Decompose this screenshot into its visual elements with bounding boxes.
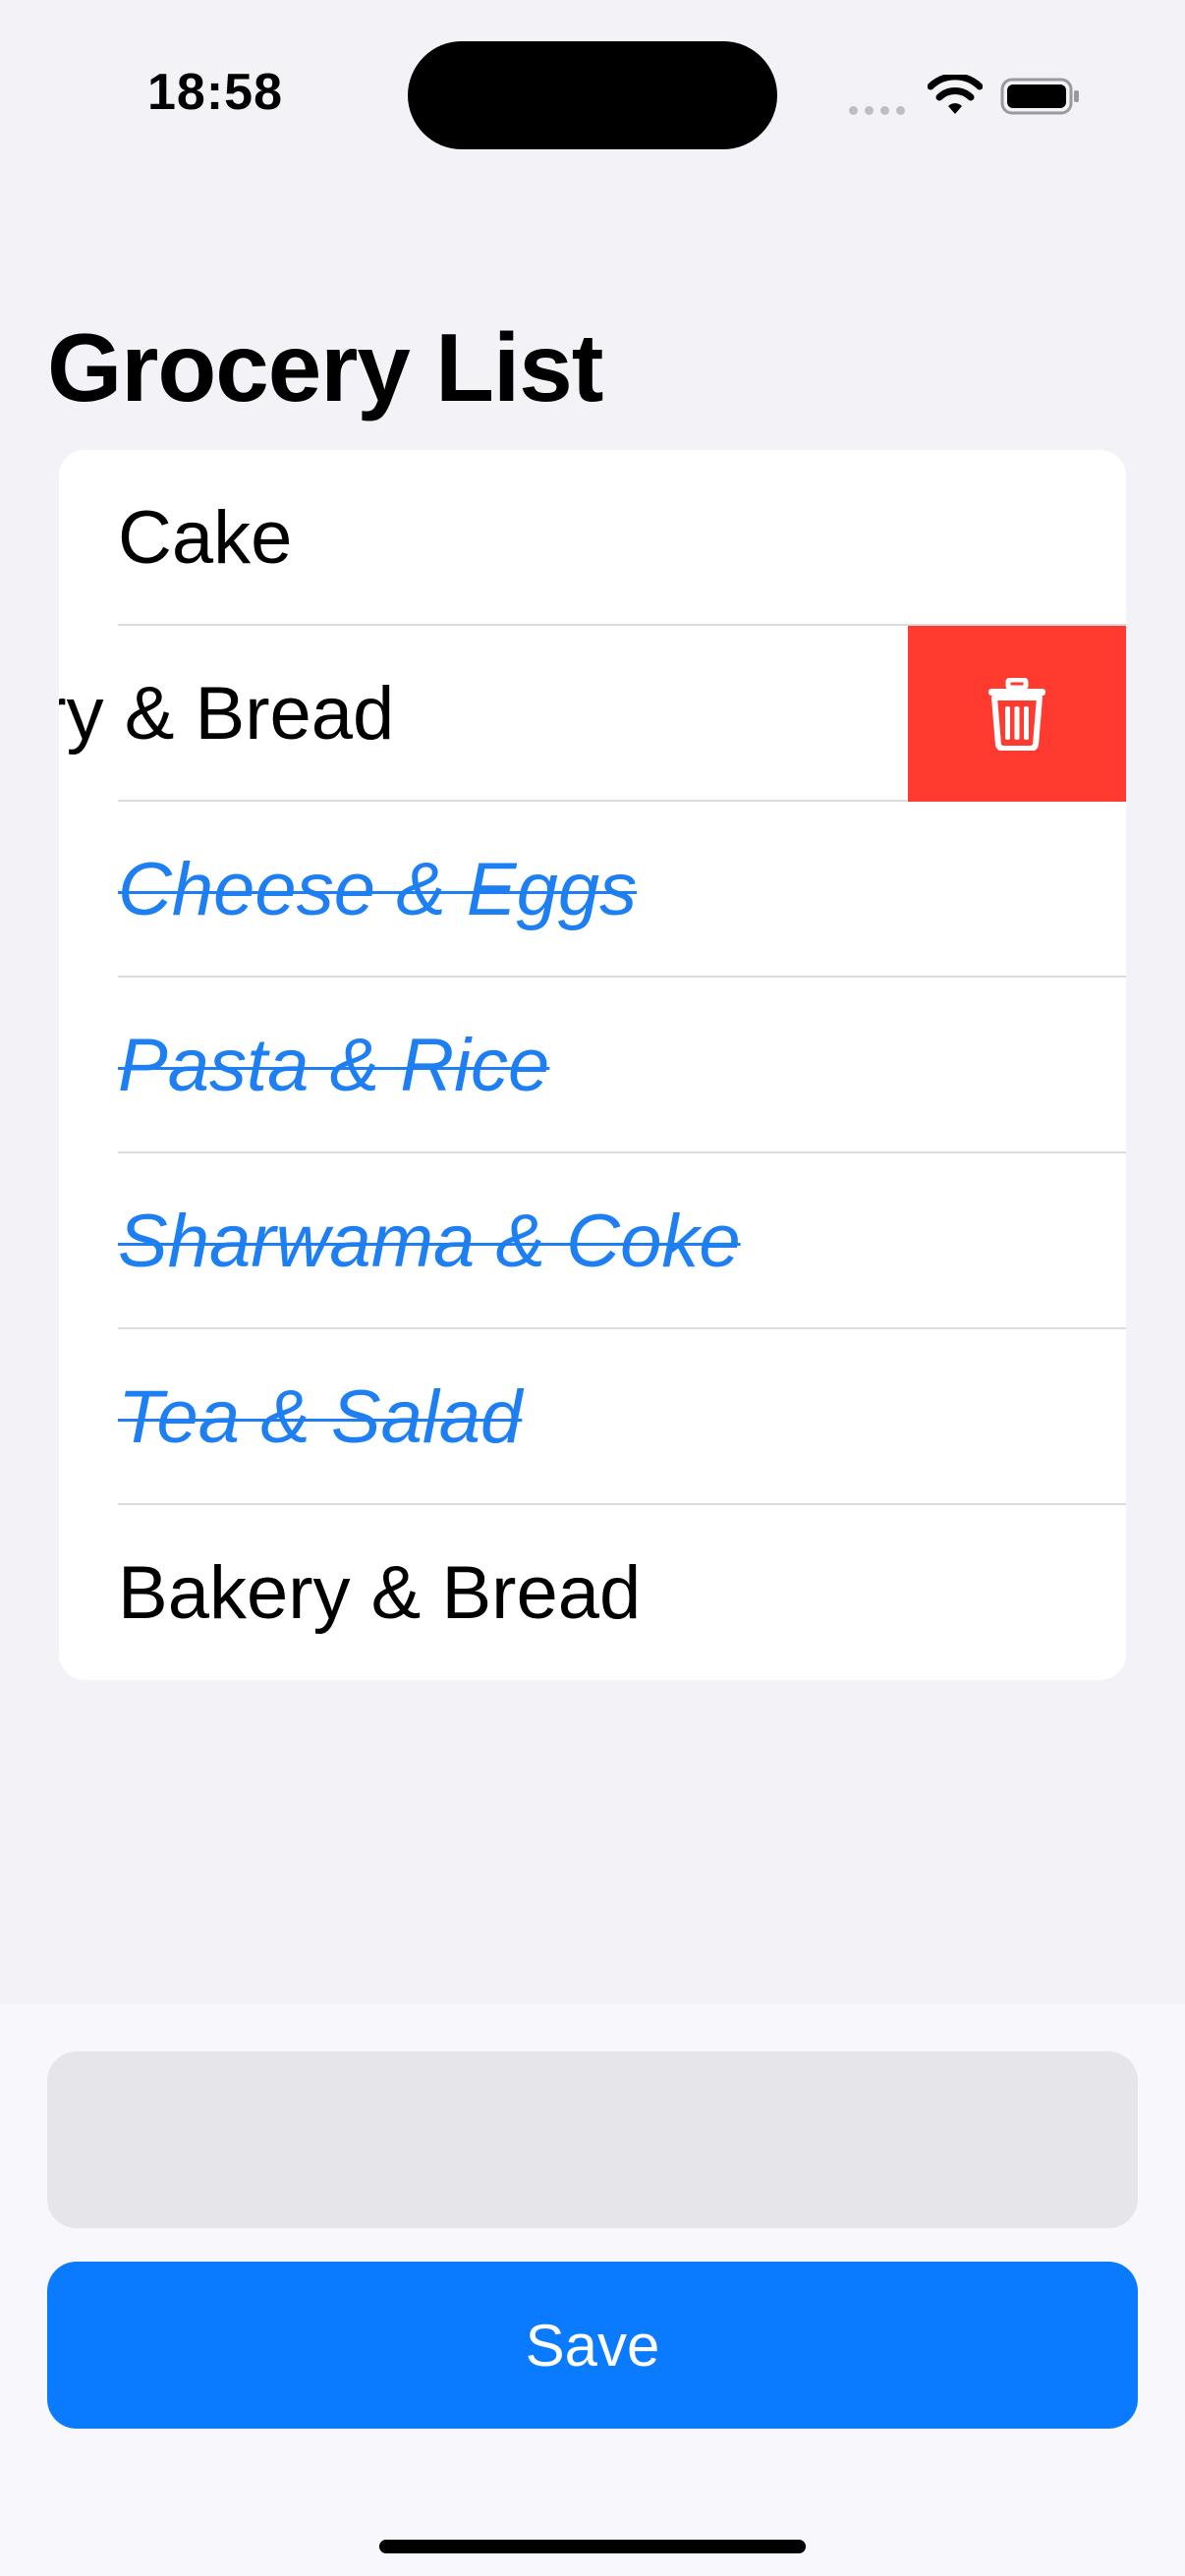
status-bar: 18:58 (0, 0, 1185, 196)
list-item[interactable]: Pasta & Rice (59, 978, 1126, 1153)
list-item[interactable]: Sharwama & Coke (59, 1153, 1126, 1329)
save-button[interactable]: Save (47, 2262, 1138, 2429)
list-item-label: Pasta & Rice (118, 1024, 550, 1107)
list-item-label: Cheese & Eggs (118, 848, 638, 931)
dynamic-island (408, 41, 777, 149)
cellular-signal-icon (849, 102, 912, 120)
list-item-label: Tea & Salad (118, 1375, 523, 1459)
list-item-label: ery & Bread (59, 672, 395, 756)
wifi-icon (928, 75, 983, 114)
list-item-label: Sharwama & Coke (118, 1200, 741, 1283)
battery-icon (1000, 78, 1079, 115)
list-item[interactable]: Cheese & Eggs (59, 802, 1126, 978)
list-item-label: Bakery & Bread (118, 1551, 642, 1635)
list-item[interactable]: Tea & Salad (59, 1329, 1126, 1505)
home-indicator[interactable] (379, 2540, 806, 2553)
list-item[interactable]: Cake (59, 450, 1126, 626)
list-item-label: Cake (118, 496, 293, 580)
new-item-input[interactable] (47, 2051, 1138, 2228)
delete-button[interactable] (908, 626, 1126, 802)
list-item-swiped[interactable]: ery & Bread (59, 626, 1126, 802)
trash-icon (988, 677, 1045, 751)
list-item[interactable]: Bakery & Bread (59, 1505, 1126, 1680)
page-title: Grocery List (47, 313, 603, 421)
status-time: 18:58 (147, 64, 283, 121)
grocery-list: Cake ery & Bread Cheese & Eggs Pasta & R… (59, 450, 1126, 1680)
